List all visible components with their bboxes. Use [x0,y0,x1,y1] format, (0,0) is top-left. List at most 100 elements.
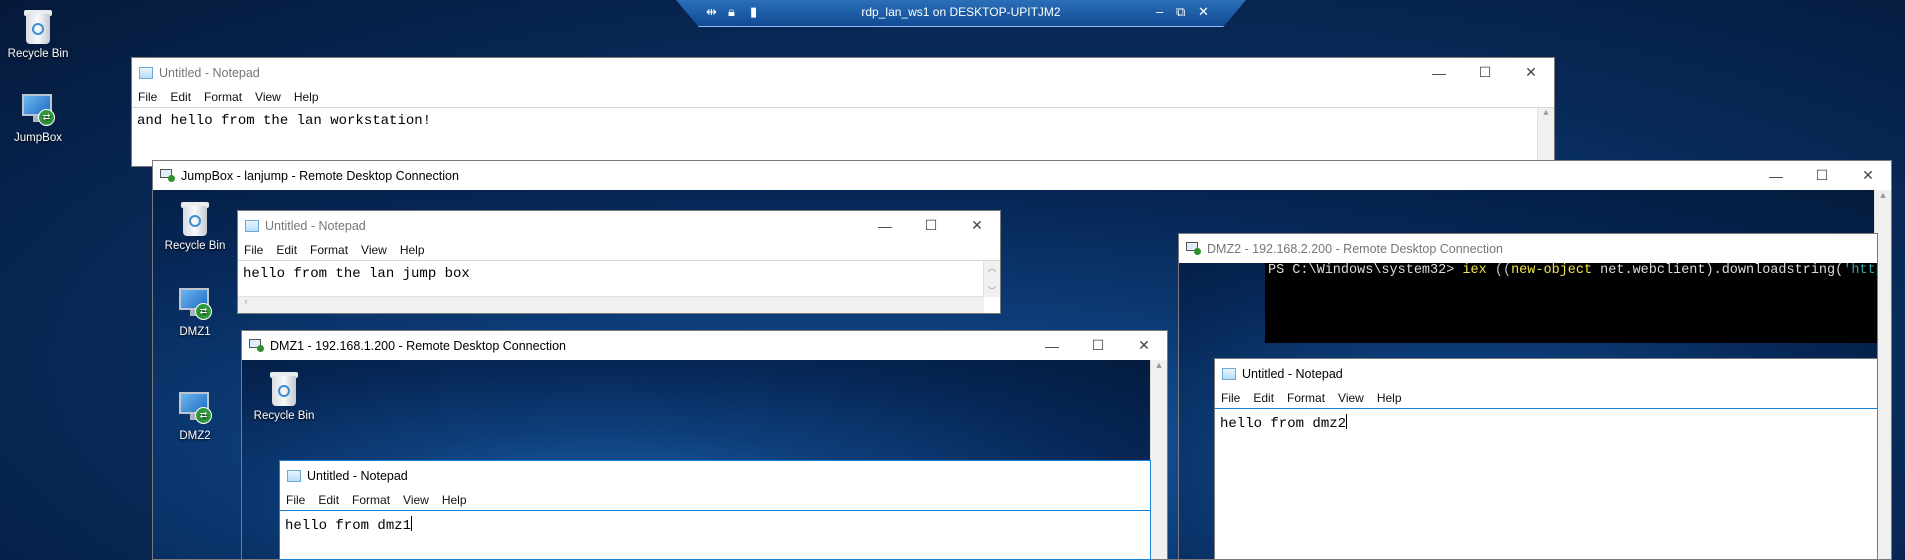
powershell-console[interactable]: PS C:\Windows\system32> iex ((new-object… [1265,263,1877,343]
text-caret [411,516,413,531]
desktop-icon-dmz1[interactable]: ⇄ DMZ1 [157,286,233,338]
minimize-button[interactable]: — [1753,161,1799,190]
notepad-ws1-window: Untitled - Notepad — ☐ ✕ File Edit Forma… [131,57,1555,167]
desktop-icon-dmz2[interactable]: ⇄ DMZ2 [157,390,233,442]
menu-edit[interactable]: Edit [170,90,191,104]
menu-view[interactable]: View [255,90,281,104]
menu-edit[interactable]: Edit [318,493,339,507]
editor-text: hello from dmz2 [1220,416,1347,432]
vertical-scrollbar[interactable]: ︿ ﹀ [983,261,1000,297]
menu-edit[interactable]: Edit [276,243,297,257]
close-button[interactable]: ✕ [1845,161,1891,190]
desktop-icon-label: Recycle Bin [7,48,69,60]
menu-help[interactable]: Help [1377,391,1402,405]
remote-desktop-icon [249,339,264,352]
jumpbox-rdc-titlebar[interactable]: JumpBox - lanjump - Remote Desktop Conne… [153,161,1891,190]
menu-view[interactable]: View [403,493,429,507]
close-button[interactable]: ✕ [954,211,1000,240]
maximize-button[interactable]: ☐ [1462,58,1508,87]
editor-text: and hello from the lan workstation! [137,113,432,129]
notepad-dmz1-titlebar[interactable]: Untitled - Notepad [280,461,1150,490]
desktop-icon-label: DMZ2 [179,430,211,442]
rdp-connection-bar: ⇹ 🔒︎ ▮ rdp_lan_ws1 on DESKTOP-UPITJM2 – … [676,0,1246,27]
editor-text: hello from dmz1 [285,518,412,534]
window-title: Untitled - Notepad [307,468,408,483]
ps-args: net.webclient).downloadstring( [1592,263,1844,278]
rdp-bar-close-button[interactable]: ✕ [1198,4,1209,20]
remote-desktop-icon: ⇄ [21,92,55,128]
window-title: DMZ1 - 192.168.1.200 - Remote Desktop Co… [270,338,566,353]
horizontal-scrollbar[interactable]: ‹ [238,296,984,313]
notepad-icon [245,219,259,232]
window-title: DMZ2 - 192.168.2.200 - Remote Desktop Co… [1207,241,1503,256]
minimize-button[interactable]: — [1416,58,1462,87]
menu-file[interactable]: File [244,243,263,257]
window-title: JumpBox - lanjump - Remote Desktop Conne… [181,168,459,183]
notepad-dmz1-text-area[interactable]: hello from dmz1 [280,510,1150,559]
menu-file[interactable]: File [286,493,305,507]
desktop-icon-label: Recycle Bin [253,410,315,422]
desktop-icon-recycle-bin[interactable]: Recycle Bin [0,8,76,60]
editor-text: hello from the lan jump box [243,266,470,282]
recycle-bin-icon [269,370,299,406]
notepad-dmz2-text-area[interactable]: hello from dmz2 [1215,408,1877,559]
notepad-dmz2-titlebar[interactable]: Untitled - Notepad [1215,359,1877,388]
menu-edit[interactable]: Edit [1253,391,1274,405]
vertical-scrollbar[interactable]: ▲ [1150,360,1167,559]
menu-view[interactable]: View [361,243,387,257]
desktop-icon-label: JumpBox [14,132,62,144]
rdp-bar-restore-button[interactable]: ⧉ [1176,4,1185,20]
menu-file[interactable]: File [1221,391,1240,405]
menu-file[interactable]: File [138,90,157,104]
recycle-bin-icon [180,200,210,236]
menu-view[interactable]: View [1338,391,1364,405]
notepad-dmz2-window: Untitled - Notepad File Edit Format View… [1214,358,1878,560]
dmz1-rdc-titlebar[interactable]: DMZ1 - 192.168.1.200 - Remote Desktop Co… [242,331,1167,360]
desktop-icon-label: Recycle Bin [164,240,226,252]
desktop-icon-recycle-bin[interactable]: Recycle Bin [157,200,233,252]
minimize-button[interactable]: — [1029,331,1075,360]
notepad-icon [287,469,301,482]
ps-command-iex: iex [1462,263,1487,278]
notepad-jump-text-area[interactable]: hello from the lan jump box ︿ ﹀ ‹ [238,260,1000,313]
menu-bar: File Edit Format View Help [1215,388,1877,408]
desktop-icon-recycle-bin[interactable]: Recycle Bin [246,370,322,422]
ps-command-new-object: new-object [1511,263,1593,278]
window-title: Untitled - Notepad [159,65,260,80]
menu-format[interactable]: Format [204,90,242,104]
text-caret [1346,414,1348,429]
desktop-icon-jumpbox[interactable]: ⇄ JumpBox [0,92,76,144]
remote-desktop-icon: ⇄ [178,286,212,322]
rdp-bar-minimize-button[interactable]: – [1156,4,1163,19]
menu-bar: File Edit Format View Help [280,490,1150,510]
close-button[interactable]: ✕ [1121,331,1167,360]
notepad-jump-titlebar[interactable]: Untitled - Notepad — ☐ ✕ [238,211,1000,240]
window-title: Untitled - Notepad [265,218,366,233]
remote-desktop-icon: ⇄ [178,390,212,426]
notepad-ws1-titlebar[interactable]: Untitled - Notepad — ☐ ✕ [132,58,1554,87]
menu-bar: File Edit Format View Help [132,87,1554,107]
remote-desktop-icon [1186,242,1201,255]
dmz2-rdc-titlebar[interactable]: DMZ2 - 192.168.2.200 - Remote Desktop Co… [1179,234,1877,263]
menu-help[interactable]: Help [400,243,425,257]
close-button[interactable]: ✕ [1508,58,1554,87]
desktop-icon-label: DMZ1 [179,326,211,338]
remote-desktop-icon [160,169,175,182]
menu-help[interactable]: Help [294,90,319,104]
ps-prompt: PS C:\Windows\system32> [1268,263,1463,278]
recycle-bin-icon [23,8,53,44]
menu-format[interactable]: Format [352,493,390,507]
notepad-icon [1222,367,1236,380]
maximize-button[interactable]: ☐ [1799,161,1845,190]
vertical-scrollbar[interactable]: ▲ [1537,108,1554,166]
menu-help[interactable]: Help [442,493,467,507]
notepad-ws1-text-area[interactable]: and hello from the lan workstation! ▲ [132,107,1554,166]
menu-format[interactable]: Format [310,243,348,257]
minimize-button[interactable]: — [862,211,908,240]
maximize-button[interactable]: ☐ [1075,331,1121,360]
window-title: Untitled - Notepad [1242,366,1343,381]
notepad-dmz1-window: Untitled - Notepad File Edit Format View… [279,460,1151,560]
menu-format[interactable]: Format [1287,391,1325,405]
maximize-button[interactable]: ☐ [908,211,954,240]
notepad-icon [139,66,153,79]
